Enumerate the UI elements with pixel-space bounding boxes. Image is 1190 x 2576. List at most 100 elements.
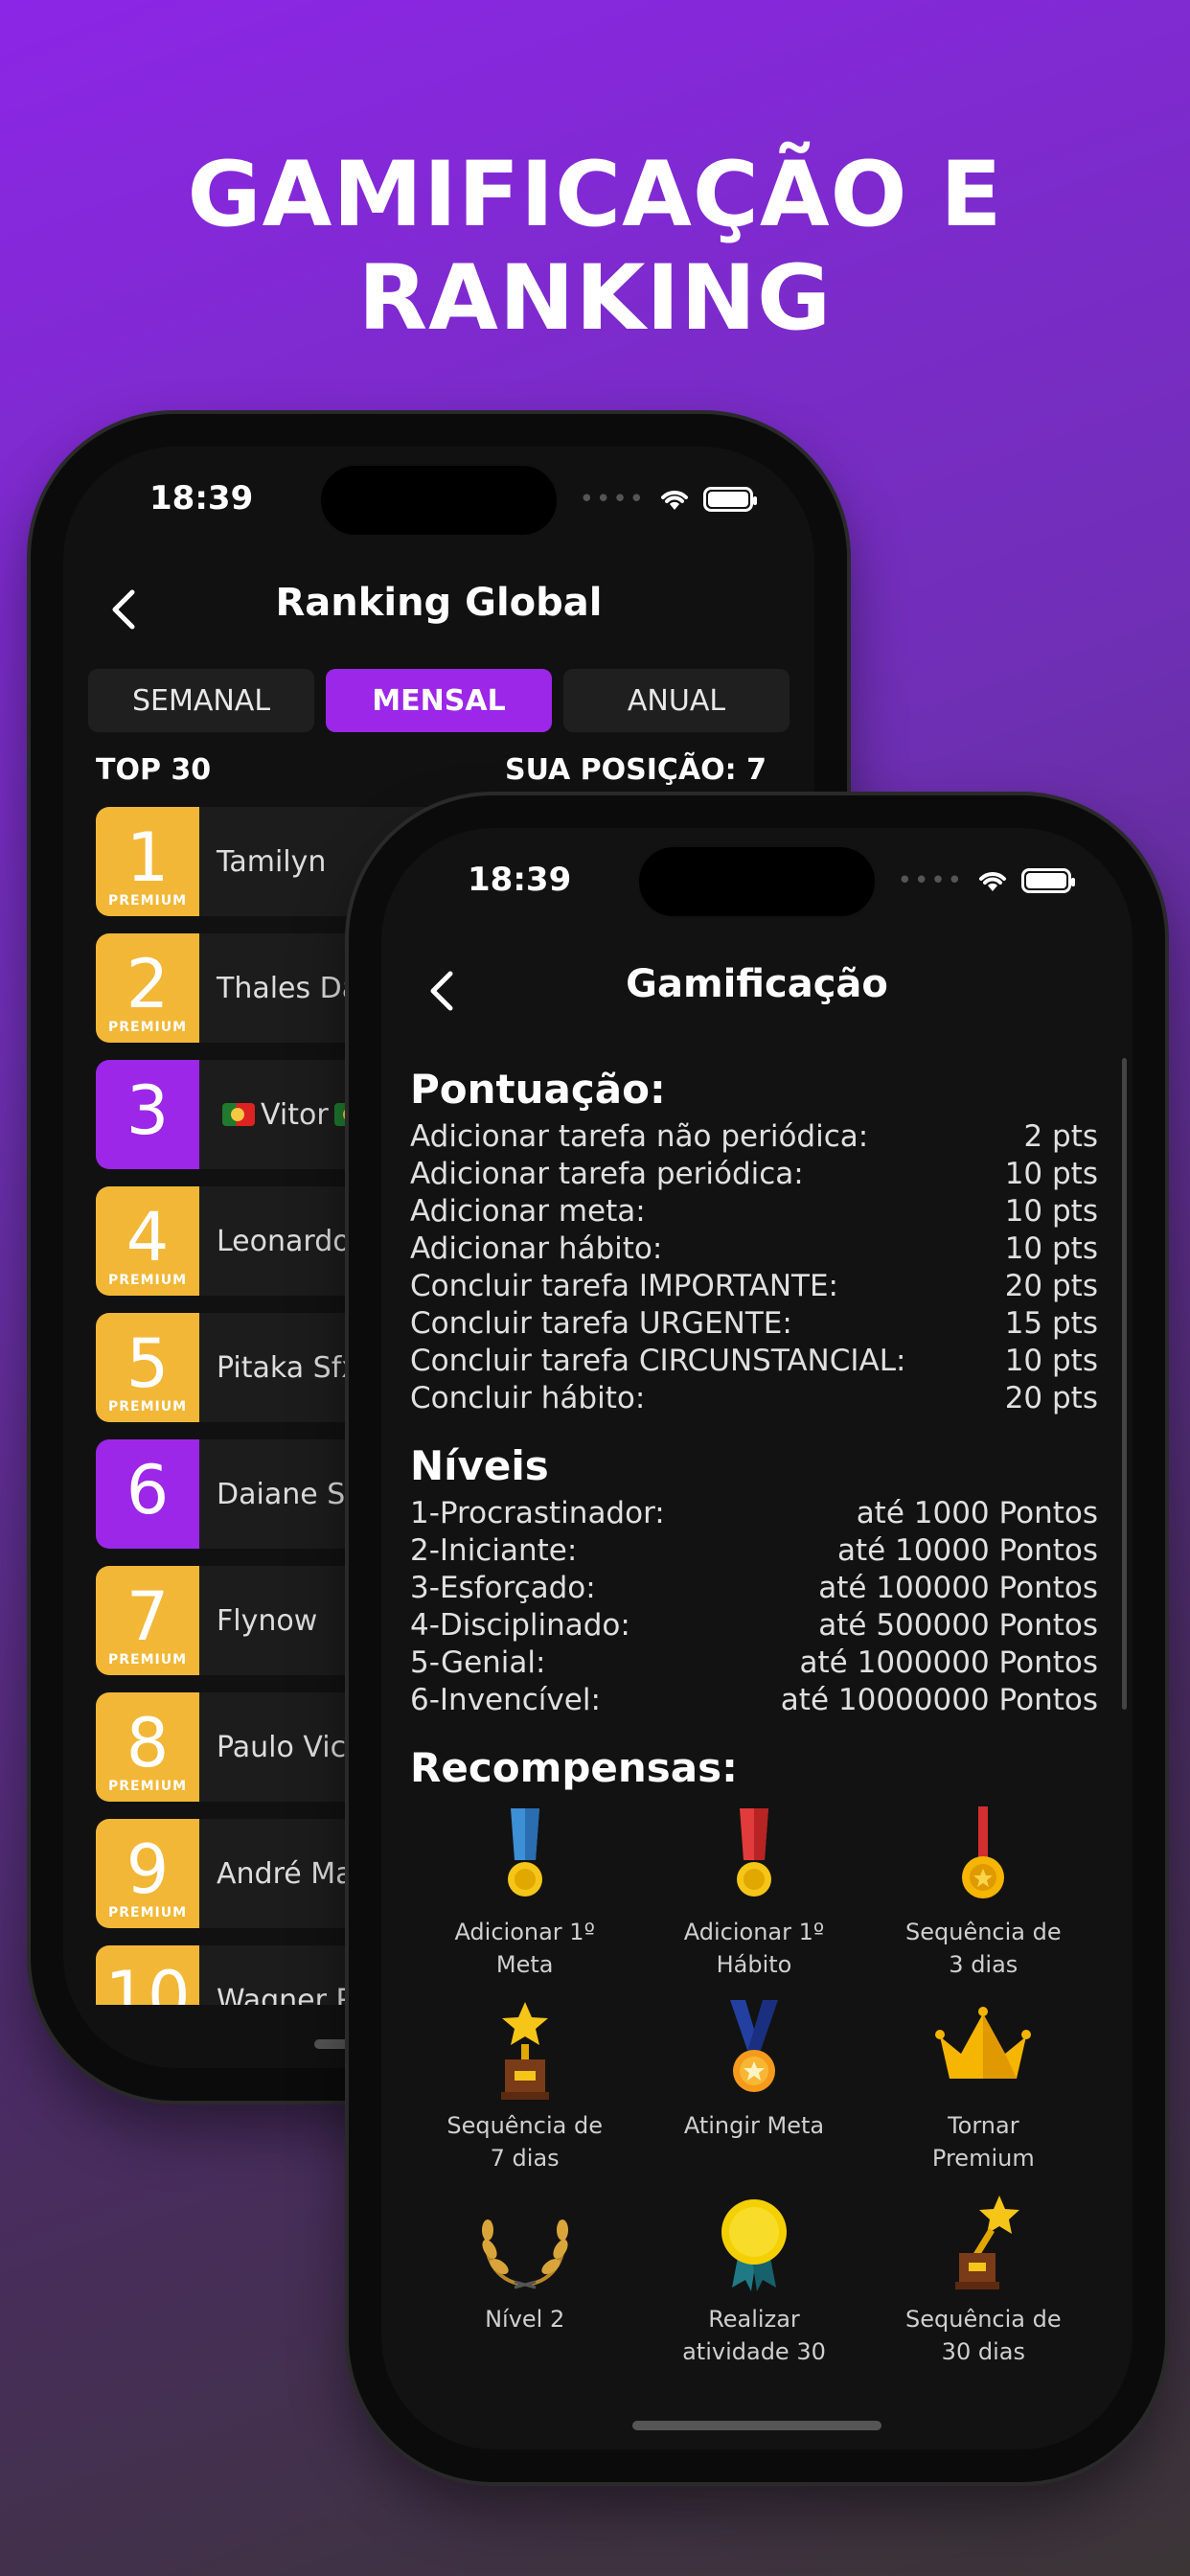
rewards-section: Recompensas: Adicionar 1º Meta Adicionar… — [410, 1744, 1098, 2368]
reward-item: Adicionar 1º Meta — [410, 1805, 639, 1981]
player-name: André Ma — [217, 1856, 354, 1891]
points-row: Adicionar tarefa periódica: 10 pts — [410, 1156, 1098, 1193]
level-value: até 1000 Pontos — [856, 1496, 1098, 1530]
player-name: Vitor — [261, 1097, 329, 1132]
reward-label: Sequência de 3 dias — [905, 1919, 1062, 1978]
reward-item: Adicionar 1º Hábito — [639, 1805, 868, 1981]
wifi-icon — [661, 491, 688, 510]
level-row: 3-Esforçado: até 100000 Pontos — [410, 1570, 1098, 1607]
red-medal-icon — [736, 1808, 771, 1897]
battery-icon — [1021, 868, 1075, 893]
signal-dots-icon: •••• — [897, 866, 964, 895]
level-row: 1-Procrastinador: até 1000 Pontos — [410, 1495, 1098, 1532]
status-time: 18:39 — [468, 861, 572, 899]
level-value: até 10000000 Pontos — [780, 1683, 1098, 1717]
points-title: Pontuação: — [410, 1066, 666, 1113]
rank-number: 9 — [126, 1830, 170, 1909]
page-title: Ranking Global — [275, 581, 603, 625]
tab-mensal[interactable]: MENSAL — [326, 669, 552, 732]
points-value: 15 pts — [1004, 1306, 1098, 1341]
reward-item: Sequência de 7 dias — [410, 1998, 639, 2174]
rank-number: 8 — [126, 1704, 170, 1782]
home-indicator — [632, 2421, 881, 2430]
headline-line-1: GAMIFICAÇÃO E — [187, 143, 1003, 247]
reward-label: Sequência de 7 dias — [446, 2112, 603, 2172]
reward-item: Sequência de 3 dias — [869, 1805, 1098, 1981]
points-label: Adicionar tarefa não periódica: — [410, 1119, 869, 1154]
tab-anual[interactable]: ANUAL — [563, 669, 790, 732]
star-trophy-icon — [500, 2002, 549, 2100]
rewards-grid: Adicionar 1º Meta Adicionar 1º Hábito Se… — [410, 1805, 1098, 2368]
gamification-screen: 18:39 •••• Gamificação Pontuação: Adicio… — [381, 828, 1133, 2450]
player-name: Thales Da — [217, 971, 360, 1005]
points-value: 20 pts — [1004, 1269, 1098, 1303]
rank-badge: 8 PREMIUM — [96, 1692, 199, 1802]
rank-badge: 7 PREMIUM — [96, 1566, 199, 1675]
reward-item: Atingir Meta — [639, 1998, 868, 2174]
shooting-star-trophy-icon — [955, 2196, 1020, 2289]
signal-dots-icon: •••• — [579, 485, 646, 514]
rewards-title: Recompensas: — [410, 1744, 738, 1791]
star-medal-icon — [729, 2000, 778, 2092]
rank-badge: 2 PREMIUM — [96, 933, 199, 1043]
tab-semanal[interactable]: SEMANAL — [88, 669, 314, 732]
levels-section: Níveis 1-Procrastinador: até 1000 Pontos … — [410, 1442, 1098, 1719]
points-row: Concluir tarefa CIRCUNSTANCIAL: 10 pts — [410, 1343, 1098, 1380]
rank-badge: 5 PREMIUM — [96, 1313, 199, 1422]
blue-medal-icon — [507, 1808, 542, 1897]
top-label: TOP 30 — [96, 753, 212, 787]
status-icons: •••• — [579, 485, 757, 514]
points-section: Pontuação: Adicionar tarefa não periódic… — [410, 1066, 1098, 1417]
ranking-nav-bar: Ranking Global — [63, 571, 814, 648]
level-value: até 1000000 Pontos — [799, 1645, 1098, 1680]
crown-icon — [935, 2007, 1032, 2079]
points-row: Concluir hábito: 20 pts — [410, 1380, 1098, 1417]
rank-number: 2 — [126, 945, 170, 1024]
status-time: 18:39 — [149, 479, 254, 518]
player-name: Daiane Sc — [217, 1477, 361, 1511]
player-name: Pitaka Sfx — [217, 1350, 359, 1385]
player-name: Wagner P — [217, 1983, 354, 2006]
points-label: Adicionar meta: — [410, 1194, 646, 1229]
points-label: Adicionar hábito: — [410, 1231, 663, 1266]
player-name: Leonardo — [217, 1224, 351, 1258]
portugal-flag-icon — [222, 1103, 255, 1126]
points-label: Adicionar tarefa periódica: — [410, 1157, 804, 1191]
rank-badge: 1 PREMIUM — [96, 807, 199, 916]
rank-badge: 9 PREMIUM — [96, 1819, 199, 1928]
period-tabs: SEMANAL MENSAL ANUAL — [88, 669, 790, 732]
rank-badge: 4 PREMIUM — [96, 1186, 199, 1296]
scrollbar[interactable] — [1122, 1058, 1127, 1710]
level-value: até 100000 Pontos — [818, 1571, 1098, 1605]
player-name: Flynow — [217, 1603, 318, 1638]
points-value: 10 pts — [1004, 1157, 1098, 1191]
level-label: 2-Iniciante: — [410, 1533, 578, 1568]
points-row: Adicionar meta: 10 pts — [410, 1193, 1098, 1230]
level-value: até 500000 Pontos — [818, 1608, 1098, 1643]
rank-badge: 10PREMIUM — [96, 1945, 199, 2005]
level-row: 4-Disciplinado: até 500000 Pontos — [410, 1607, 1098, 1644]
points-label: Concluir tarefa URGENTE: — [410, 1306, 792, 1341]
rosette-icon — [721, 2199, 787, 2291]
points-value: 10 pts — [1004, 1344, 1098, 1378]
points-row: Adicionar tarefa não periódica: 2 pts — [410, 1118, 1098, 1156]
battery-icon — [703, 487, 757, 512]
reward-item: Sequência de 30 dias — [869, 2192, 1098, 2368]
points-value: 10 pts — [1004, 1231, 1098, 1266]
rank-number: 6 — [126, 1451, 170, 1530]
reward-label: Adicionar 1º Hábito — [683, 1919, 825, 1978]
premium-badge: PREMIUM — [107, 1779, 188, 1794]
premium-badge: PREMIUM — [107, 1652, 188, 1668]
level-label: 1-Procrastinador: — [410, 1496, 665, 1530]
reward-label: Nível 2 — [485, 2306, 565, 2333]
premium-badge: PREMIUM — [107, 893, 188, 908]
rank-number: 5 — [126, 1324, 170, 1403]
ranking-header: TOP 30 SUA POSIÇÃO: 7 — [96, 753, 767, 787]
points-value: 2 pts — [1023, 1119, 1098, 1154]
points-row: Concluir tarefa URGENTE: 15 pts — [410, 1305, 1098, 1343]
level-row: 6-Invencível: até 10000000 Pontos — [410, 1682, 1098, 1719]
points-label: Concluir tarefa IMPORTANTE: — [410, 1269, 838, 1303]
rank-badge: 6 — [96, 1439, 199, 1549]
points-label: Concluir tarefa CIRCUNSTANCIAL: — [410, 1344, 906, 1378]
player-name: Paulo Vict — [217, 1730, 357, 1764]
